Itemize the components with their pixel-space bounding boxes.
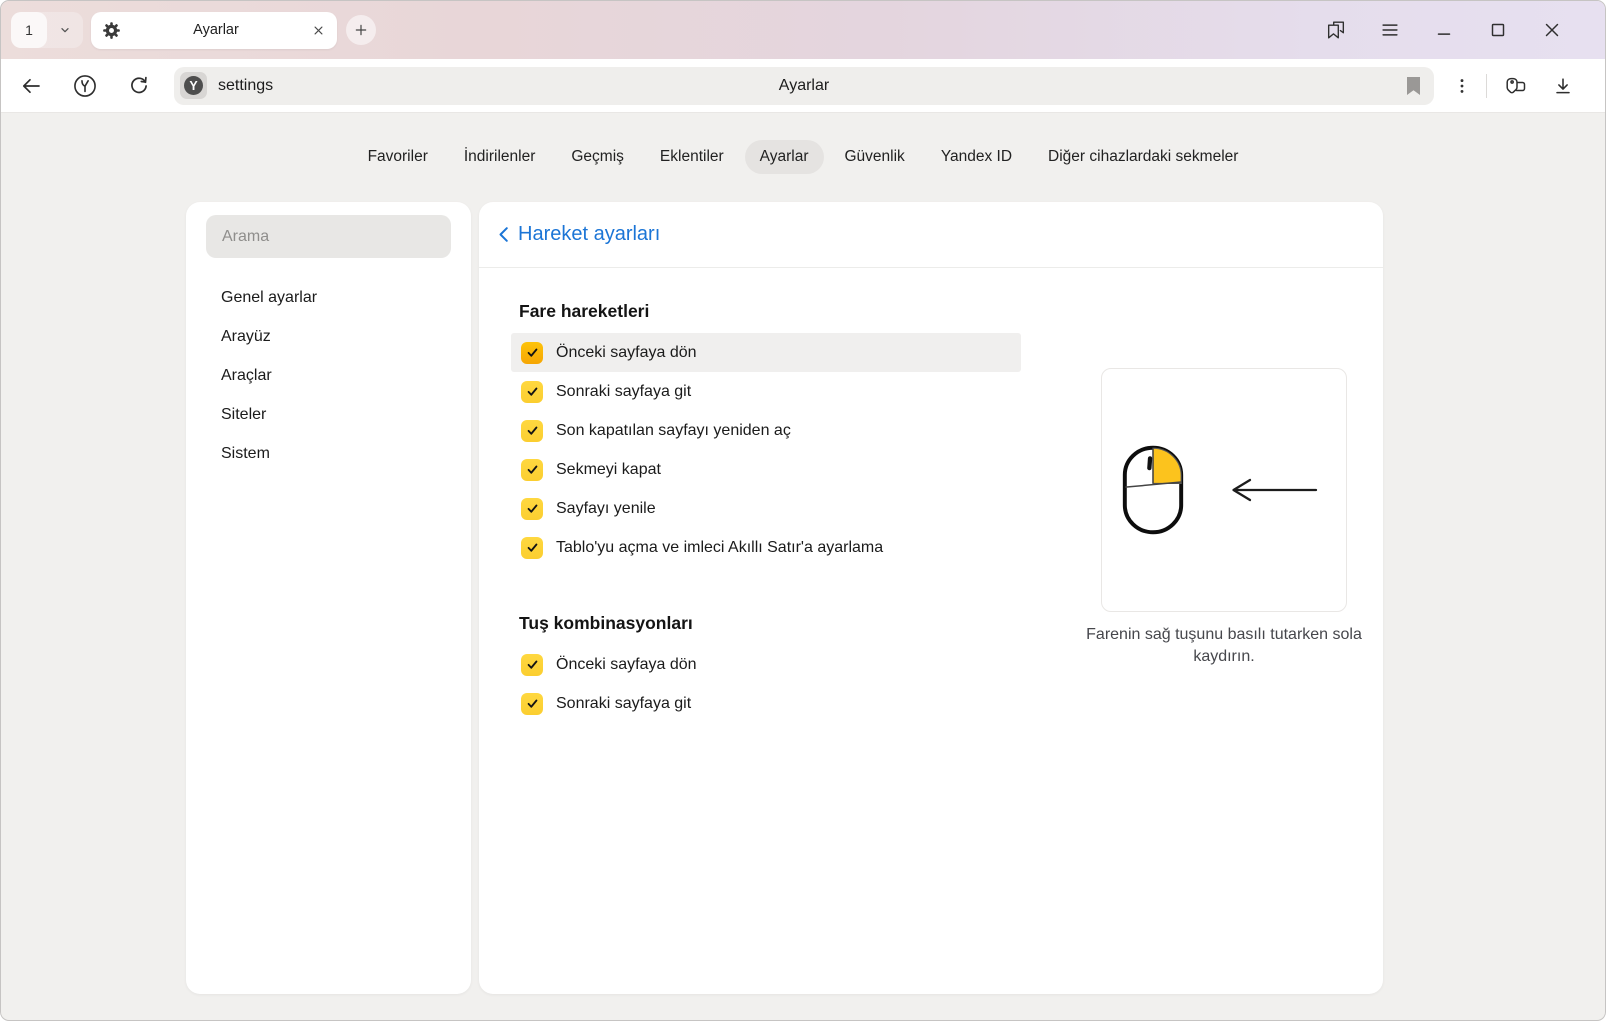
arrow-left-icon: [1226, 477, 1318, 503]
maximize-button[interactable]: [1471, 1, 1525, 59]
nav-tab-diger-cihazlar[interactable]: Diğer cihazlardaki sekmeler: [1033, 140, 1253, 174]
chevron-left-icon: [498, 226, 509, 243]
browser-window: 1 Ayarlar: [0, 0, 1606, 1021]
settings-main-panel: Hareket ayarları Fare hareketleri Önceki…: [479, 202, 1383, 994]
sidebar-item-genel-ayarlar[interactable]: Genel ayarlar: [186, 278, 471, 317]
gesture-option-row[interactable]: Son kapatılan sayfayı yeniden aç: [511, 411, 1021, 450]
window-controls: [1309, 1, 1579, 59]
bookmark-button[interactable]: [1406, 77, 1421, 95]
plus-icon: [353, 22, 369, 38]
minimize-button[interactable]: [1417, 1, 1471, 59]
checkbox-checked-icon[interactable]: [521, 654, 543, 676]
sidebar-item-sistem[interactable]: Sistem: [186, 434, 471, 473]
gesture-option-label: Önceki sayfaya dön: [556, 344, 697, 362]
sidebar-item-araclar[interactable]: Araçlar: [186, 356, 471, 395]
toolbar-divider: [1486, 74, 1487, 98]
yandex-logo-icon: [72, 73, 98, 99]
tab-bar: 1 Ayarlar: [1, 1, 1605, 59]
nav-tab-indirilenler[interactable]: İndirilenler: [449, 140, 551, 174]
nav-tab-ayarlar[interactable]: Ayarlar: [745, 140, 824, 174]
minimize-icon: [1433, 19, 1455, 41]
tab-counter[interactable]: 1: [11, 12, 83, 48]
settings-page: Favoriler İndirilenler Geçmiş Eklentiler…: [1, 113, 1605, 1019]
gesture-option-row[interactable]: Önceki sayfaya dön: [511, 333, 1021, 372]
address-bar[interactable]: Y settings Ayarlar: [174, 67, 1434, 105]
toolbar: Y settings Ayarlar: [1, 59, 1605, 113]
gesture-option-row[interactable]: Tablo'yu açma ve imleci Akıllı Satır'a a…: [511, 528, 1021, 567]
gesture-illustration: [1101, 368, 1347, 612]
gesture-illustration-caption: Farenin sağ tuşunu basılı tutarken sola …: [1071, 624, 1377, 668]
settings-nav: Favoriler İndirilenler Geçmiş Eklentiler…: [1, 140, 1605, 174]
reload-icon: [127, 74, 151, 98]
gesture-settings-back-link[interactable]: Hareket ayarları: [498, 223, 660, 246]
tab-close-icon[interactable]: [311, 23, 326, 38]
page-favicon: Y: [180, 72, 207, 99]
tab-count-badge[interactable]: 1: [11, 12, 47, 48]
yandex-home-button[interactable]: [58, 66, 112, 106]
active-tab[interactable]: Ayarlar: [91, 12, 337, 49]
close-window-button[interactable]: [1525, 1, 1579, 59]
gesture-option-label: Sonraki sayfaya git: [556, 383, 691, 401]
gesture-option-label: Sonraki sayfaya git: [556, 695, 691, 713]
kebab-menu-icon: [1452, 76, 1472, 96]
gesture-option-row[interactable]: Sayfayı yenile: [511, 489, 1021, 528]
settings-sidebar: Genel ayarlar Arayüz Araçlar Siteler Sis…: [186, 202, 471, 994]
search-input[interactable]: [206, 215, 451, 258]
section-heading-mouse-gestures: Fare hareketleri: [519, 301, 1383, 322]
nav-tab-yandex-id[interactable]: Yandex ID: [926, 140, 1027, 174]
bookmark-flag-icon: [1406, 77, 1421, 95]
gesture-option-row[interactable]: Önceki sayfaya dön: [511, 645, 1021, 684]
more-actions-button[interactable]: [1442, 66, 1482, 106]
bookmarks-panel-icon: [1325, 19, 1347, 41]
address-bar-page-title: Ayarlar: [779, 77, 829, 95]
gesture-option-row[interactable]: Sonraki sayfaya git: [511, 684, 1021, 723]
nav-tab-favoriler[interactable]: Favoriler: [353, 140, 443, 174]
panel-title: Hareket ayarları: [518, 223, 660, 246]
chevron-down-icon: [57, 22, 73, 38]
back-button[interactable]: [4, 66, 58, 106]
gear-icon: [102, 21, 121, 40]
sidebar-item-arayuz[interactable]: Arayüz: [186, 317, 471, 356]
checkbox-checked-icon[interactable]: [521, 459, 543, 481]
gesture-option-label: Sekmeyi kapat: [556, 461, 661, 479]
new-tab-button[interactable]: [346, 15, 376, 45]
checkbox-checked-icon[interactable]: [521, 693, 543, 715]
maximize-icon: [1487, 19, 1509, 41]
back-arrow-icon: [19, 74, 43, 98]
nav-tab-gecmis[interactable]: Geçmiş: [556, 140, 639, 174]
gesture-option-label: Önceki sayfaya dön: [556, 656, 697, 674]
nav-tab-eklentiler[interactable]: Eklentiler: [645, 140, 739, 174]
gesture-option-label: Tablo'yu açma ve imleci Akıllı Satır'a a…: [556, 539, 883, 557]
sidebar-item-siteler[interactable]: Siteler: [186, 395, 471, 434]
extensions-icon: [1503, 74, 1527, 98]
panel-body: Fare hareketleri Önceki sayfaya dön Sonr…: [479, 301, 1383, 1021]
panel-header: Hareket ayarları: [479, 202, 1383, 268]
yandex-favicon-icon: Y: [184, 76, 203, 95]
checkbox-checked-icon[interactable]: [521, 342, 543, 364]
tab-title: Ayarlar: [121, 22, 311, 38]
close-icon: [1541, 19, 1563, 41]
gesture-option-label: Son kapatılan sayfayı yeniden aç: [556, 422, 791, 440]
gesture-option-label: Sayfayı yenile: [556, 500, 656, 518]
nav-tab-guvenlik[interactable]: Güvenlik: [830, 140, 920, 174]
checkbox-checked-icon[interactable]: [521, 381, 543, 403]
tab-list-dropdown-button[interactable]: [47, 12, 83, 48]
gesture-option-row[interactable]: Sekmeyi kapat: [511, 450, 1021, 489]
bookmarks-panel-button[interactable]: [1309, 1, 1363, 59]
mouse-illustration-icon: [1122, 444, 1184, 536]
checkbox-checked-icon[interactable]: [521, 420, 543, 442]
downloads-button[interactable]: [1539, 66, 1587, 106]
checkbox-checked-icon[interactable]: [521, 537, 543, 559]
browser-menu-button[interactable]: [1363, 1, 1417, 59]
url-text: settings: [218, 77, 273, 95]
reload-button[interactable]: [112, 66, 166, 106]
download-icon: [1552, 75, 1574, 97]
sidebar-list: Genel ayarlar Arayüz Araçlar Siteler Sis…: [186, 278, 471, 473]
extensions-button[interactable]: [1491, 66, 1539, 106]
checkbox-checked-icon[interactable]: [521, 498, 543, 520]
hamburger-menu-icon: [1379, 19, 1401, 41]
gesture-option-row[interactable]: Sonraki sayfaya git: [511, 372, 1021, 411]
